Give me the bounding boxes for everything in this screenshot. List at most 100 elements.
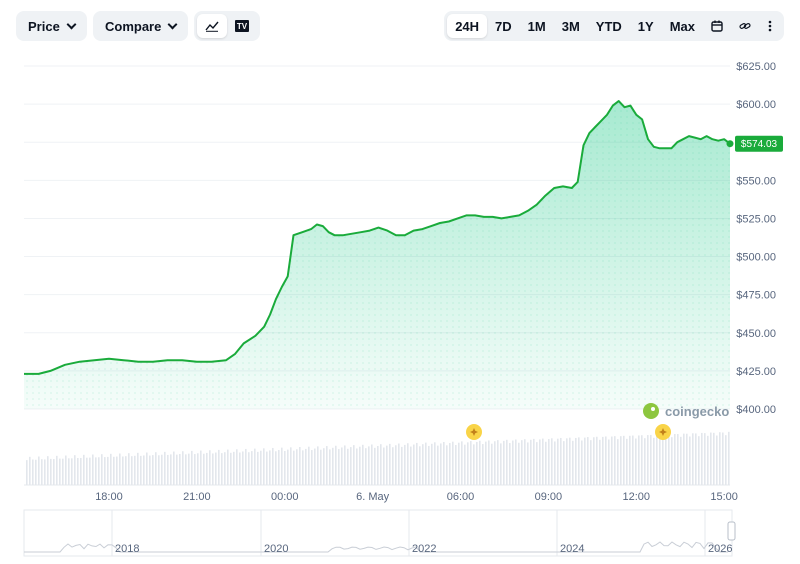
volume-bar <box>110 453 112 485</box>
volume-bar <box>194 454 196 485</box>
volume-bar <box>662 437 664 485</box>
volume-bar <box>38 456 40 485</box>
volume-bar <box>302 450 304 485</box>
volume-bar <box>221 453 223 485</box>
volume-bar <box>551 438 553 485</box>
volume-bar <box>578 437 580 485</box>
volume-bar <box>488 440 490 485</box>
volume-bar <box>560 437 562 485</box>
x-tick-label: 18:00 <box>95 491 123 503</box>
volume-bar <box>620 436 622 485</box>
volume-bar <box>518 442 520 485</box>
volume-bar <box>386 445 388 485</box>
volume-bar <box>257 451 259 485</box>
last-price-label: $574.03 <box>741 139 778 150</box>
volume-bar <box>404 444 406 485</box>
volume-bar <box>590 440 592 485</box>
volume-bar <box>101 454 103 485</box>
volume-bar <box>581 440 583 485</box>
volume-bar <box>248 452 250 485</box>
volume-bar <box>698 436 700 485</box>
volume-bar <box>317 446 319 485</box>
y-tick-label: $425.00 <box>736 366 776 378</box>
range-navigator[interactable]: 2018 2020 2022 2024 2026 <box>23 509 736 557</box>
y-tick-label: $400.00 <box>736 404 776 416</box>
volume-bar <box>530 439 532 485</box>
volume-bar <box>89 457 91 485</box>
volume-bars <box>26 431 730 485</box>
volume-bar <box>374 447 376 485</box>
volume-bar <box>299 447 301 485</box>
volume-bar <box>464 444 466 485</box>
brand-name: coingecko <box>665 404 729 419</box>
volume-bar <box>233 451 235 485</box>
volume-bar <box>401 446 403 485</box>
volume-bar <box>59 458 61 485</box>
volume-bar <box>122 456 124 485</box>
volume-bar <box>446 445 448 485</box>
volume-bar <box>356 448 358 485</box>
price-area <box>24 100 731 409</box>
volume-bar <box>398 443 400 485</box>
volume-bar <box>728 431 730 485</box>
volume-bar <box>665 434 667 485</box>
volume-bar <box>614 436 616 485</box>
volume-bar <box>143 455 145 485</box>
volume-bar <box>689 436 691 485</box>
x-tick-label: 00:00 <box>271 491 299 503</box>
volume-bar <box>608 439 610 485</box>
volume-bar <box>362 444 364 485</box>
volume-bar <box>467 442 469 485</box>
x-tick-label: 6. May <box>356 491 390 503</box>
volume-bar <box>332 447 334 485</box>
volume-bar <box>593 437 595 485</box>
volume-bar <box>236 449 238 485</box>
volume-bar <box>443 441 445 485</box>
volume-bar <box>611 436 613 485</box>
volume-bar <box>254 448 256 485</box>
volume-bar <box>419 446 421 485</box>
volume-bar <box>485 441 487 485</box>
volume-bar <box>95 457 97 485</box>
volume-bar <box>461 441 463 485</box>
volume-bar <box>392 447 394 485</box>
y-tick-label: $500.00 <box>736 252 776 264</box>
volume-bar <box>377 445 379 485</box>
volume-bar <box>413 444 415 485</box>
volume-bar <box>449 443 451 485</box>
volume-bar <box>341 447 343 485</box>
volume-bar <box>635 438 637 485</box>
volume-bar <box>305 448 307 485</box>
volume-bar <box>716 435 718 485</box>
volume-bar <box>44 459 46 485</box>
volume-bar <box>656 434 658 485</box>
volume-bar <box>68 458 70 485</box>
volume-bar <box>641 435 643 485</box>
volume-bar <box>545 441 547 485</box>
volume-bar <box>287 449 289 485</box>
volume-bar <box>470 441 472 485</box>
volume-bar <box>482 444 484 485</box>
volume-bar <box>722 432 724 485</box>
y-tick-label: $600.00 <box>736 99 776 111</box>
price-chart: $625.00$600.00$575.00$550.00$525.00$500.… <box>23 61 783 557</box>
volume-bar <box>548 439 550 485</box>
event-marker-2[interactable] <box>655 424 671 440</box>
volume-bar <box>146 452 148 485</box>
volume-bar <box>326 446 328 485</box>
volume-bar <box>425 442 427 485</box>
volume-bar <box>323 448 325 485</box>
navigator-handle[interactable] <box>727 521 736 541</box>
volume-bar <box>272 447 274 485</box>
volume-bar <box>179 454 181 485</box>
x-axis: 18:00 21:00 00:00 6. May 06:00 09:00 12:00 15:0… <box>95 491 738 503</box>
volume-bar <box>128 453 130 485</box>
volume-bar <box>230 452 232 485</box>
volume-bar <box>503 440 505 485</box>
volume-bar <box>62 458 64 485</box>
event-marker-1[interactable] <box>466 424 482 440</box>
volume-bar <box>284 450 286 485</box>
volume-bar <box>455 444 457 485</box>
volume-bar <box>329 449 331 485</box>
volume-bar <box>293 450 295 485</box>
